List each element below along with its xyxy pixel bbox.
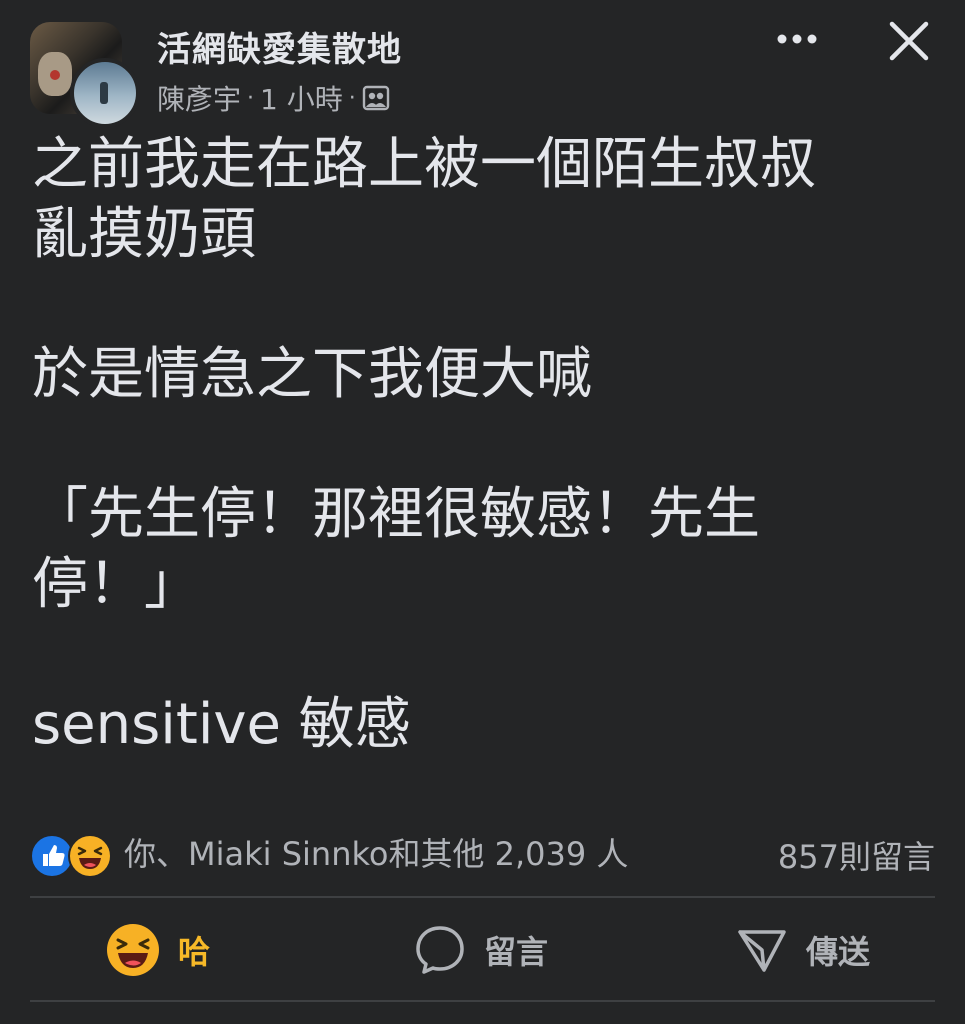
post-time[interactable]: 1 小時 bbox=[260, 78, 343, 118]
close-icon[interactable] bbox=[884, 16, 934, 66]
comment-button[interactable]: 留言 bbox=[414, 918, 548, 982]
send-icon bbox=[738, 930, 786, 972]
post-paragraph-1: 之前我走在路上被一個陌生叔叔 亂摸奶頭 bbox=[32, 132, 816, 267]
post-body: 之前我走在路上被一個陌生叔叔 亂摸奶頭 於是情急之下我便大喊 「先生停！那裡很敏… bbox=[32, 130, 932, 760]
post-header: 活網缺愛集散地 陳彥宇 · 1 小時 · bbox=[0, 0, 965, 128]
divider-bottom bbox=[30, 1000, 935, 1002]
post-paragraph-3: 「先生停！那裡很敏感！先生 停！」 bbox=[32, 482, 760, 617]
comment-icon bbox=[416, 926, 464, 974]
author-avatar[interactable] bbox=[70, 58, 140, 128]
meta-separator-2: · bbox=[348, 85, 356, 111]
haha-label: 哈 bbox=[178, 933, 211, 971]
send-label: 傳送 bbox=[806, 933, 871, 971]
reaction-summary-text[interactable]: 你、Miaki Sinnko和其他 2,039 人 bbox=[124, 829, 628, 875]
audience-members-icon bbox=[362, 85, 389, 111]
action-bar: 哈 留言 傳送 bbox=[30, 900, 935, 1000]
comment-label: 留言 bbox=[484, 933, 549, 971]
haha-reaction-button[interactable]: 哈 bbox=[106, 918, 210, 982]
post-paragraph-4: sensitive 敏感 bbox=[32, 692, 411, 757]
group-name[interactable]: 活網缺愛集散地 bbox=[157, 22, 402, 71]
reaction-icons[interactable] bbox=[30, 829, 118, 878]
post-meta: 陳彥宇 · 1 小時 · bbox=[157, 78, 390, 118]
reactions-summary[interactable]: 你、Miaki Sinnko和其他 2,039 人 857則留言 bbox=[30, 826, 935, 878]
author-name[interactable]: 陳彥宇 bbox=[157, 78, 241, 118]
haha-icon bbox=[107, 924, 159, 976]
post-paragraph-2: 於是情急之下我便大喊 bbox=[32, 342, 592, 407]
haha-icon bbox=[68, 834, 112, 878]
meta-separator: · bbox=[247, 85, 255, 111]
group-avatar[interactable] bbox=[30, 22, 140, 128]
divider bbox=[30, 896, 935, 898]
send-button[interactable]: 傳送 bbox=[736, 918, 870, 982]
comments-count[interactable]: 857則留言 bbox=[778, 832, 935, 878]
more-icon[interactable] bbox=[772, 22, 822, 56]
